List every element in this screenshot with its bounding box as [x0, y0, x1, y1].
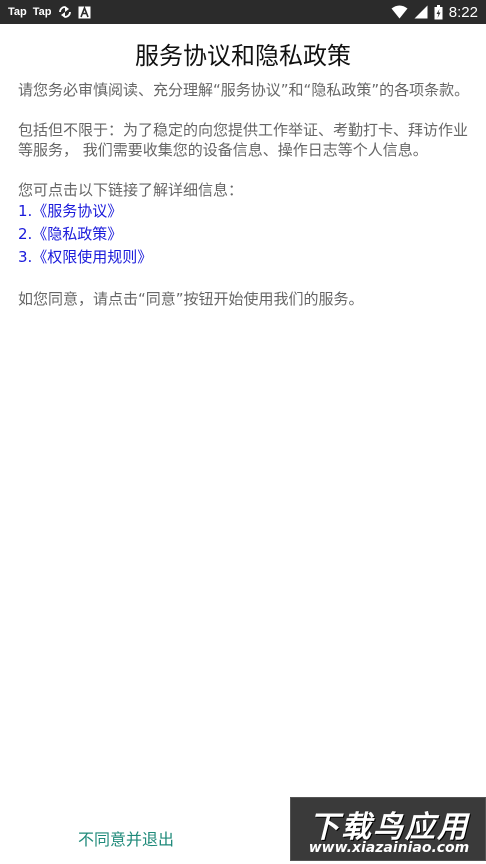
- decline-exit-button[interactable]: 不同意并退出: [60, 826, 192, 850]
- watermark-logo: 下载鸟应用 www.xiazainiao.com: [290, 797, 486, 861]
- wifi-icon: [391, 5, 408, 19]
- permission-rules-link[interactable]: 3.《权限使用规则》: [18, 246, 470, 269]
- clock: 8:22: [448, 3, 478, 21]
- intro-paragraph: 请您务必审慎阅读、充分理解“服务协议”和“隐私政策”的各项条款。: [18, 81, 470, 99]
- battery-icon: [434, 4, 443, 20]
- status-left: Tap Tap: [8, 5, 91, 19]
- links-intro: 您可点击以下链接了解详细信息：: [18, 181, 244, 199]
- sync-icon: [58, 5, 72, 19]
- status-right: 8:22: [391, 4, 478, 21]
- privacy-policy-link[interactable]: 2.《隐私政策》: [18, 223, 470, 246]
- status-bar: Tap Tap 8:22: [0, 0, 486, 24]
- tap-label-1: Tap: [8, 6, 27, 18]
- signal-icon: [414, 5, 428, 19]
- service-agreement-link[interactable]: 1.《服务协议》: [18, 200, 470, 223]
- link-list: 1.《服务协议》 2.《隐私政策》 3.《权限使用规则》: [18, 200, 470, 269]
- dialog-content: 请您务必审慎阅读、充分理解“服务协议”和“隐私政策”的各项条款。 包括但不限于：…: [18, 80, 470, 329]
- scope-paragraph: 包括但不限于：为了稳定的向您提供工作举证、考勤打卡、拜访作业等服务， 我们需要收…: [18, 121, 469, 159]
- a-square-icon: [78, 5, 91, 19]
- closing-paragraph: 如您同意，请点击“同意”按钮开始使用我们的服务。: [18, 290, 364, 308]
- dialog-title: 服务协议和隐私政策: [135, 42, 351, 70]
- watermark-url: www.xiazainiao.com: [308, 840, 470, 856]
- tap-label-2: Tap: [32, 6, 52, 18]
